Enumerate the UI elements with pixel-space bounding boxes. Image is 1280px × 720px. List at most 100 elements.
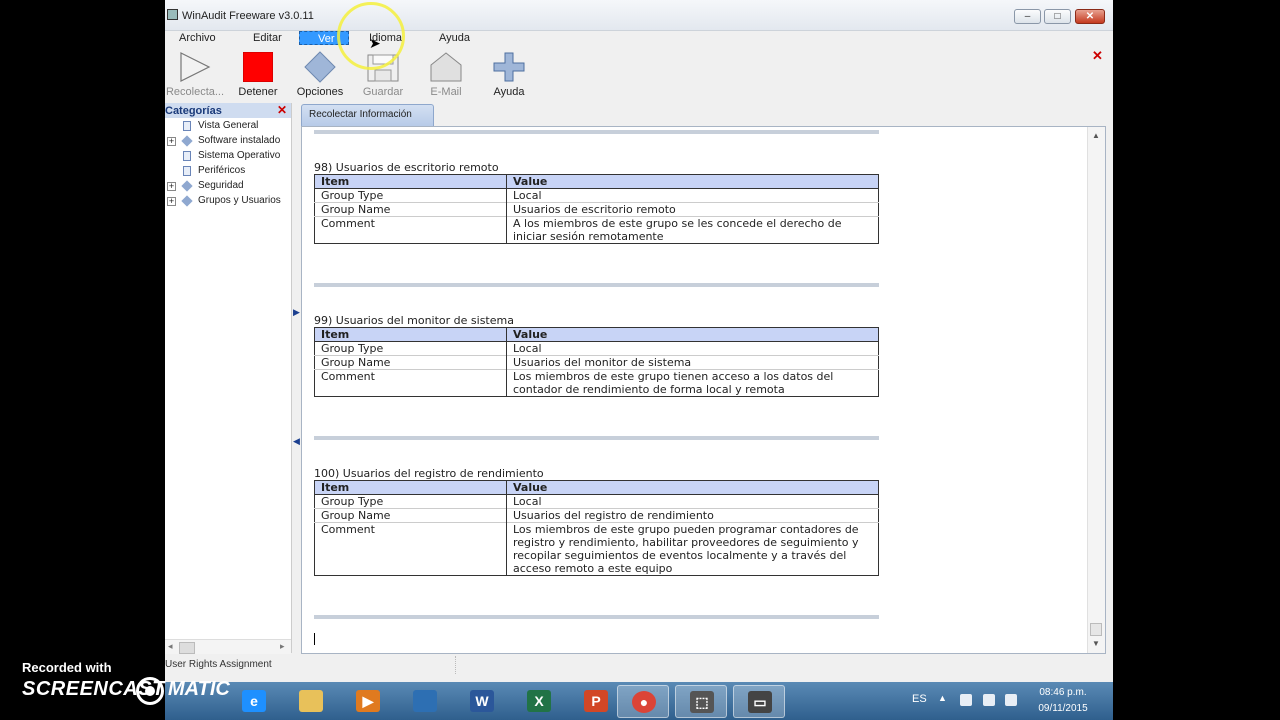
- taskbar-app[interactable]: e: [228, 685, 280, 718]
- taskbar: e ▶ W X P ● ⬚ ▭ ES ▲ 08:46 p.m. 09/11/20…: [165, 682, 1113, 720]
- categories-sidebar: Categorías ✕ Vista General + Software in…: [165, 103, 292, 654]
- ayuda-button[interactable]: Ayuda: [479, 50, 539, 100]
- email-label: E-Mail: [430, 86, 462, 98]
- table-row: Group Type Local: [314, 188, 879, 203]
- minimize-button[interactable]: –: [1014, 9, 1041, 24]
- table-header-row: Item Value: [314, 327, 879, 342]
- sidebar-horizontal-scrollbar[interactable]: ◂ ▸: [165, 639, 291, 654]
- expand-icon[interactable]: +: [167, 137, 176, 146]
- chrome-icon: ●: [632, 691, 656, 713]
- snipping-tool-icon: ⬚: [690, 691, 714, 713]
- cell-item: Comment: [314, 369, 507, 397]
- help-plus-icon: [493, 52, 525, 82]
- taskbar-app[interactable]: ⬚: [675, 685, 727, 718]
- maximize-button[interactable]: □: [1044, 9, 1071, 24]
- cell-item: Group Type: [314, 188, 507, 203]
- window-title: WinAudit Freeware v3.0.11: [182, 10, 314, 22]
- options-diamond-icon: [304, 51, 336, 83]
- taskbar-app[interactable]: ▭: [733, 685, 785, 718]
- scroll-down-icon[interactable]: ▼: [1092, 639, 1100, 648]
- taskbar-app[interactable]: W: [456, 685, 508, 718]
- recolectar-button[interactable]: Recolecta...: [165, 50, 225, 100]
- table-header-row: Item Value: [314, 480, 879, 495]
- document-icon: [183, 166, 191, 176]
- scrollbar-thumb[interactable]: [1090, 623, 1102, 636]
- cell-item: Comment: [314, 216, 507, 244]
- menu-ayuda[interactable]: Ayuda: [439, 31, 470, 45]
- menu-ver[interactable]: Ver: [299, 31, 349, 45]
- internet-explorer-icon: e: [242, 690, 266, 712]
- collapse-right-icon[interactable]: ▶: [293, 307, 300, 318]
- clock-date[interactable]: 09/11/2015: [1033, 703, 1093, 714]
- tree-item-software-instalado[interactable]: + Software instalado: [165, 134, 291, 149]
- email-button[interactable]: E-Mail: [416, 50, 476, 100]
- tab-recolectar-informacion[interactable]: Recolectar Información: [301, 104, 434, 126]
- cell-value: Usuarios de escritorio remoto: [506, 202, 879, 217]
- show-hidden-icons-icon[interactable]: ▲: [938, 693, 947, 703]
- cell-value: Local: [506, 494, 879, 509]
- section-separator: [314, 283, 879, 287]
- guardar-label: Guardar: [362, 86, 404, 98]
- cell-value: Usuarios del monitor de sistema: [506, 355, 879, 370]
- scroll-up-icon[interactable]: ▲: [1092, 131, 1100, 140]
- table-row: Group Name Usuarios del monitor de siste…: [314, 355, 879, 370]
- taskbar-app[interactable]: ▶: [342, 685, 394, 718]
- group-title: 99) Usuarios del monitor de sistema: [314, 314, 514, 327]
- panel-splitter[interactable]: ▶ ◀: [292, 103, 300, 653]
- expand-icon[interactable]: +: [167, 182, 176, 191]
- collapse-left-icon[interactable]: ◀: [293, 436, 300, 447]
- taskbar-app[interactable]: P: [570, 685, 622, 718]
- header-value: Value: [506, 480, 879, 495]
- menu-archivo[interactable]: Archivo: [179, 31, 216, 45]
- taskbar-app[interactable]: [285, 685, 337, 718]
- network-icon[interactable]: [983, 694, 995, 706]
- volume-icon[interactable]: [1005, 694, 1017, 706]
- tree-item-perifericos[interactable]: Periféricos: [165, 164, 291, 179]
- table-row: Comment Los miembros de este grupo tiene…: [314, 369, 879, 397]
- status-text: User Rights Assignment: [165, 659, 272, 670]
- table-row: Comment A los miembros de este grupo se …: [314, 216, 879, 244]
- winaudit-window: WinAudit Freeware v3.0.11 – □ ✕ Archivo …: [165, 0, 1113, 720]
- email-icon: [430, 52, 462, 82]
- sidebar-close-icon[interactable]: ✕: [277, 103, 287, 117]
- menu-editar[interactable]: Editar: [253, 31, 282, 45]
- diamond-icon: [181, 195, 193, 207]
- save-icon: [367, 54, 399, 82]
- close-button[interactable]: ✕: [1075, 9, 1105, 24]
- language-indicator[interactable]: ES: [912, 693, 927, 705]
- opciones-button[interactable]: Opciones: [290, 50, 350, 100]
- header-value: Value: [506, 174, 879, 189]
- detener-label: Detener: [238, 86, 278, 98]
- table-header-row: Item Value: [314, 174, 879, 189]
- table-row: Group Name Usuarios de escritorio remoto: [314, 202, 879, 217]
- tree-item-grupos-y-usuarios[interactable]: + Grupos y Usuarios: [165, 194, 291, 209]
- cell-value: Local: [506, 188, 879, 203]
- group-title: 98) Usuarios de escritorio remoto: [314, 161, 499, 174]
- taskbar-app[interactable]: ●: [617, 685, 669, 718]
- media-player-icon: ▶: [356, 690, 380, 712]
- tree-item-label: Periféricos: [198, 165, 246, 176]
- tree-item-seguridad[interactable]: + Seguridad: [165, 179, 291, 194]
- tree-item-sistema-operativo[interactable]: Sistema Operativo: [165, 149, 291, 164]
- content-vertical-scrollbar[interactable]: ▲ ▼: [1087, 127, 1105, 653]
- scroll-left-icon[interactable]: ◂: [168, 641, 173, 652]
- cell-item: Group Type: [314, 494, 507, 509]
- report-content: 98) Usuarios de escritorio remoto Item V…: [301, 126, 1106, 654]
- expand-icon[interactable]: +: [167, 197, 176, 206]
- detener-button[interactable]: Detener: [228, 50, 288, 100]
- cell-value: Usuarios del registro de rendimiento: [506, 508, 879, 523]
- status-bar: User Rights Assignment: [165, 656, 1113, 674]
- recolectar-label: Recolecta...: [165, 86, 225, 98]
- scroll-right-icon[interactable]: ▸: [280, 641, 285, 652]
- section-separator: [314, 615, 879, 619]
- tree-item-vista-general[interactable]: Vista General: [165, 119, 291, 134]
- guardar-button[interactable]: Guardar: [353, 50, 413, 100]
- scrollbar-thumb[interactable]: [179, 642, 195, 654]
- taskbar-app[interactable]: X: [513, 685, 565, 718]
- tree-item-label: Seguridad: [198, 180, 244, 191]
- action-center-icon[interactable]: [960, 694, 972, 706]
- taskbar-app[interactable]: [399, 685, 451, 718]
- table-row: Group Type Local: [314, 494, 879, 509]
- clock-time[interactable]: 08:46 p.m.: [1033, 687, 1093, 698]
- watermark-matic: MATIC: [168, 678, 230, 700]
